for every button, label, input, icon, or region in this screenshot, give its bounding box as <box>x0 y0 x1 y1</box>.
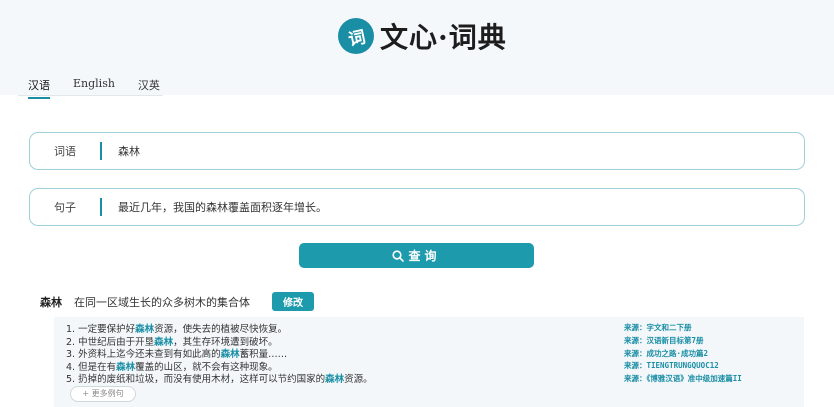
word-input[interactable] <box>116 143 720 159</box>
result-word: 森林 <box>40 295 62 309</box>
examples-panel: 1. 一定要保护好森林资源，使失去的植被尽快恢复。 2. 中世纪后由于开垦森林，… <box>54 317 804 407</box>
example-item: 3. 外资料上迄今还未查到有如此高的森林蓄积量…… <box>66 349 288 361</box>
query-button-label: 查询 <box>408 249 441 263</box>
example-item: 2. 中世纪后由于开垦森林，其生存环境遭到破坏。 <box>66 336 278 348</box>
app-logo[interactable]: 词 文心·词典 <box>338 16 507 56</box>
header-bar: 词 文心·词典 汉语 English 汉英 <box>0 0 834 99</box>
query-button[interactable]: 查询 <box>299 243 534 268</box>
sentence-field-label: 句子 <box>54 201 76 214</box>
source-item: 来源：TIENGTRUNGQUOC12 <box>624 361 719 371</box>
search-icon <box>392 249 405 262</box>
example-item: 1. 一定要保护好森林资源，使失去的植被尽快恢复。 <box>66 324 288 335</box>
example-item: 4. 但是在有森林覆盖的山区，就不会有这种现象。 <box>66 361 278 373</box>
sentence-field: 句子 <box>29 188 805 226</box>
highlight-word: 森林 <box>154 336 174 348</box>
source-item: 来源：字文和二下册 <box>624 323 692 332</box>
logo-glyph: 词 <box>346 26 367 50</box>
sentence-input[interactable] <box>116 199 720 215</box>
example-list: 1. 一定要保护好森林资源，使失去的植被尽快恢复。 2. 中世纪后由于开垦森林，… <box>66 324 373 387</box>
highlight-word: 森林 <box>116 361 136 373</box>
result-header: 森林 在同一区域生长的众多树木的集合体 修改 <box>40 292 314 311</box>
source-item: 来源：《博雅汉语》准中级加速篇II <box>624 374 742 384</box>
app-title: 文心·词典 <box>380 21 507 54</box>
word-field: 词语 <box>29 132 805 170</box>
word-field-separator <box>100 142 102 160</box>
source-item: 来源：成功之路·成功篇2 <box>624 348 709 358</box>
word-field-label: 词语 <box>54 145 76 158</box>
result-definition: 在同一区域生长的众多树木的集合体 <box>74 295 250 309</box>
sentence-field-separator <box>100 198 102 216</box>
highlight-word: 森林 <box>220 349 240 361</box>
highlight-word: 森林 <box>135 324 155 335</box>
highlight-word: 森林 <box>325 374 345 386</box>
source-item: 来源：汉语新目标第7册 <box>624 335 704 345</box>
tab-divider <box>18 95 163 96</box>
source-list: 来源：字文和二下册 来源：汉语新目标第7册 来源：成功之路·成功篇2 来源：TI… <box>624 322 742 386</box>
edit-button[interactable]: 修改 <box>272 292 314 311</box>
dictionary-logo-icon: 词 <box>338 18 374 54</box>
